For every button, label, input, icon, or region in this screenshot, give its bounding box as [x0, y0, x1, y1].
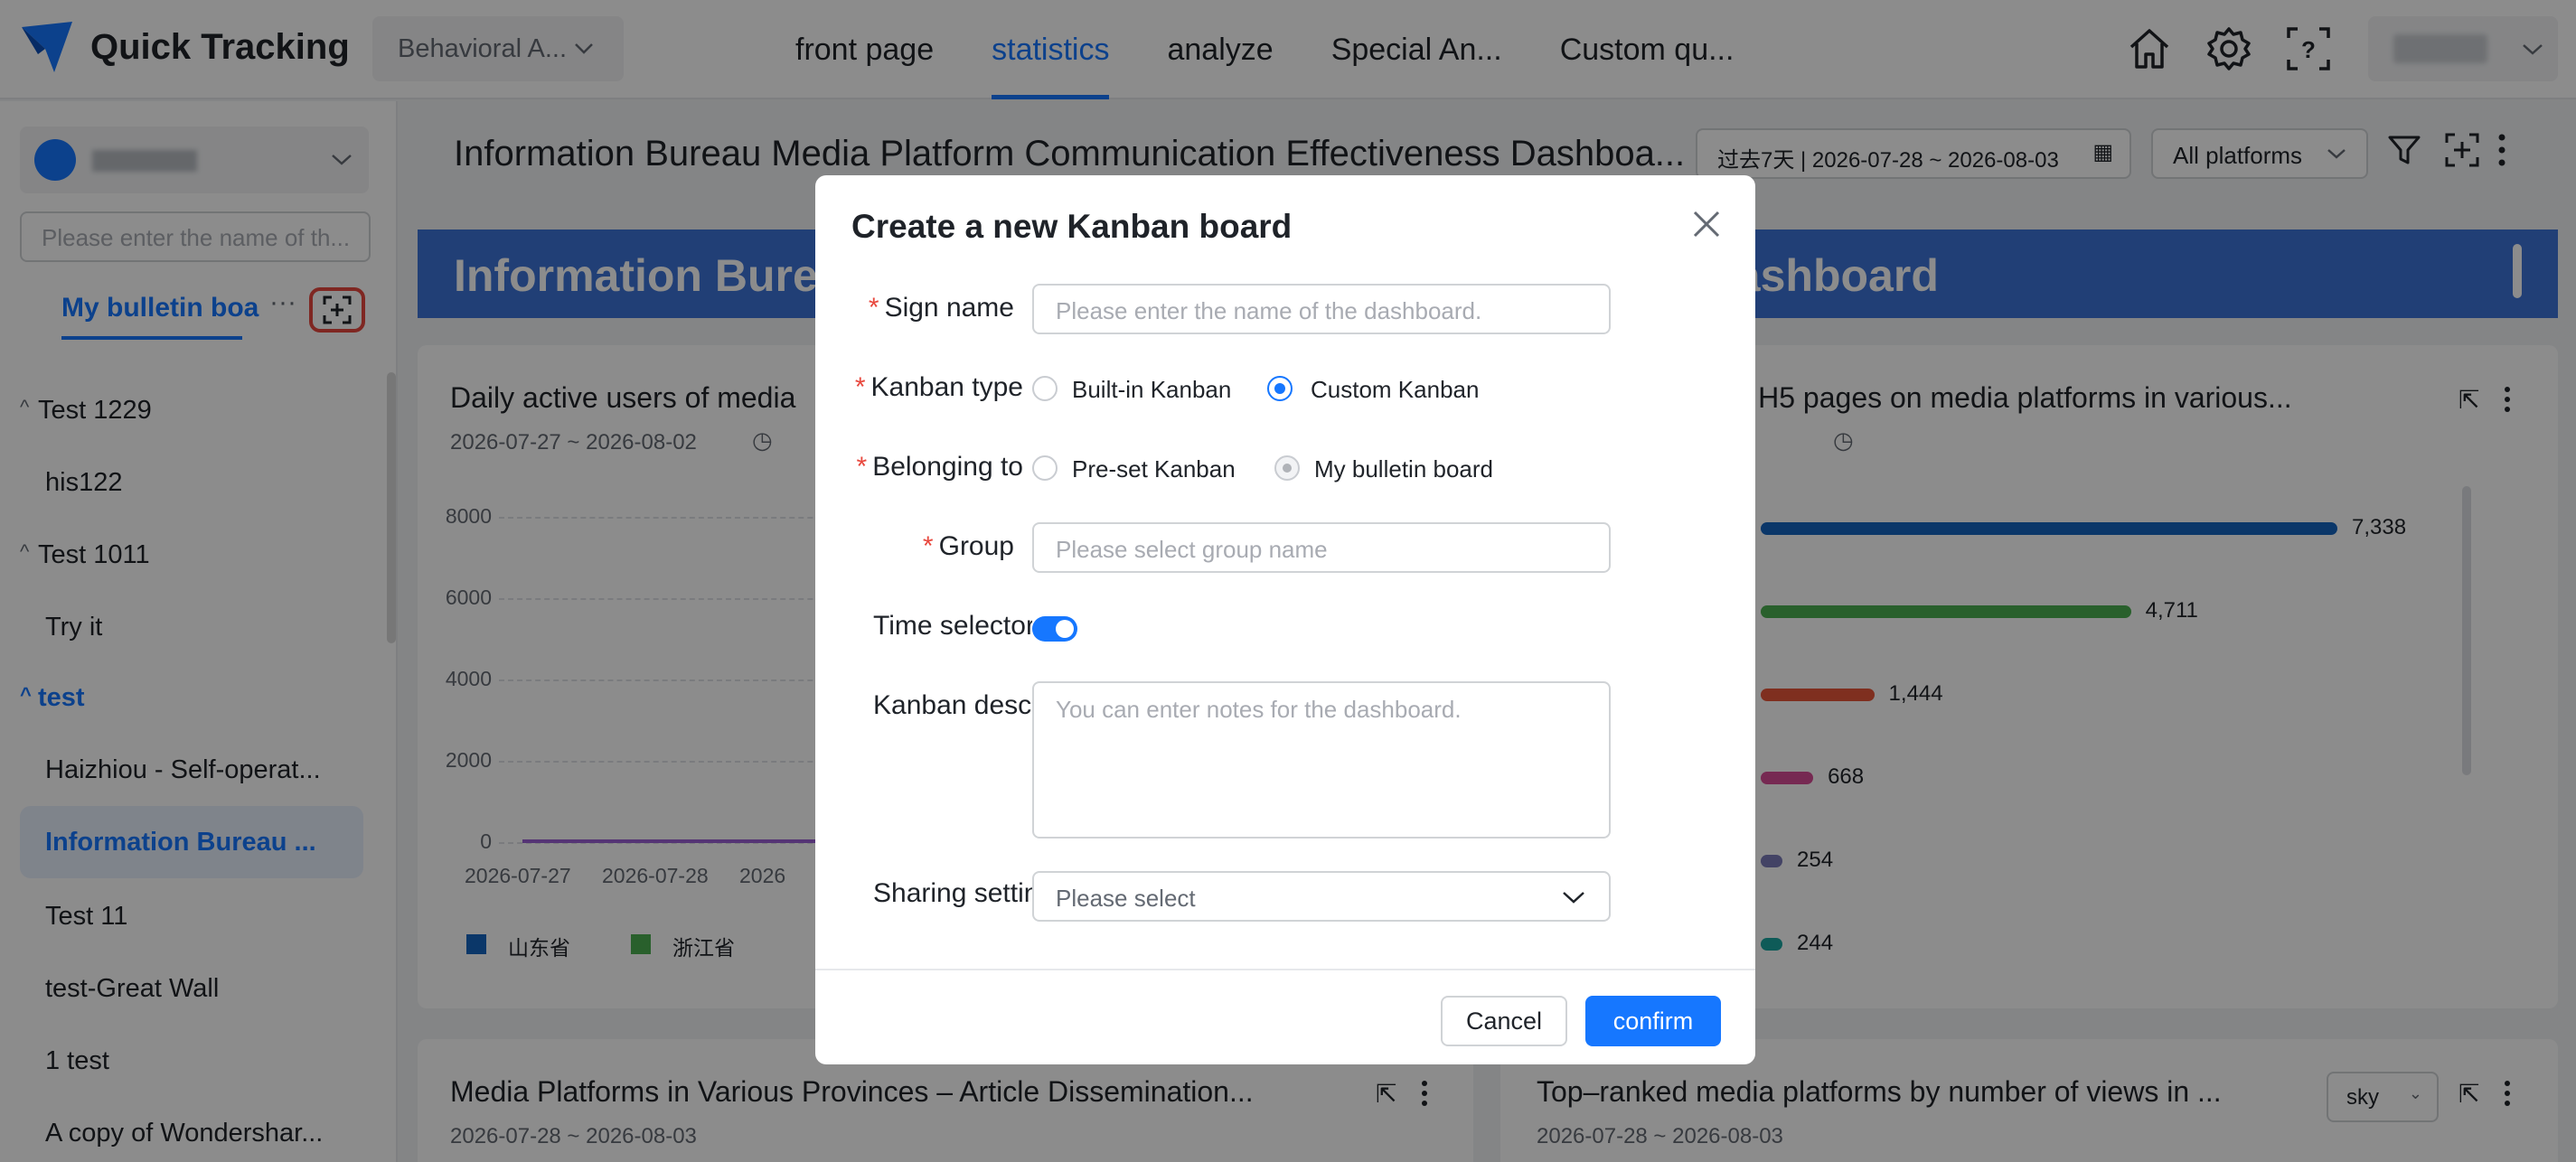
radio-preset-kanban[interactable]	[1032, 455, 1058, 481]
dialog-title: Create a new Kanban board	[851, 208, 1293, 245]
radio-my-bulletin-board[interactable]	[1274, 455, 1300, 481]
description-label: Kanban descr	[873, 690, 1032, 720]
close-icon[interactable]	[1690, 208, 1723, 240]
sharing-settings-label: Sharing settin	[873, 878, 1032, 908]
time-selector-toggle[interactable]	[1032, 616, 1077, 642]
time-selector-label: Time selector	[873, 611, 1032, 641]
cancel-button[interactable]: Cancel	[1441, 996, 1567, 1046]
kanban-type-label: * Kanban type	[854, 372, 1023, 402]
radio-custom-kanban[interactable]	[1267, 376, 1293, 401]
radio-my-bulletin-board-label[interactable]: My bulletin board	[1314, 455, 1493, 483]
radio-preset-kanban-label[interactable]: Pre-set Kanban	[1072, 455, 1236, 483]
create-kanban-dialog: Create a new Kanban board * Sign name Ple…	[815, 175, 1755, 1064]
chevron-down-icon	[1563, 892, 1584, 904]
group-select[interactable]: Please select group name	[1032, 522, 1611, 573]
description-textarea[interactable]: You can enter notes for the dashboard.	[1032, 681, 1611, 839]
dialog-footer-divider	[815, 969, 1755, 970]
radio-built-in-kanban-label[interactable]: Built-in Kanban	[1072, 376, 1231, 404]
sign-name-label: * Sign name	[868, 293, 1014, 323]
radio-custom-kanban-label[interactable]: Custom Kanban	[1311, 376, 1479, 404]
belonging-label: * Belonging to	[856, 452, 1024, 482]
sharing-settings-value: Please select	[1056, 885, 1196, 912]
radio-built-in-kanban[interactable]	[1032, 376, 1058, 401]
confirm-button[interactable]: confirm	[1585, 996, 1721, 1046]
group-label: * Group	[922, 531, 1014, 561]
sharing-settings-select[interactable]: Please select	[1032, 871, 1611, 922]
sign-name-input[interactable]: Please enter the name of the dashboard.	[1032, 284, 1611, 334]
